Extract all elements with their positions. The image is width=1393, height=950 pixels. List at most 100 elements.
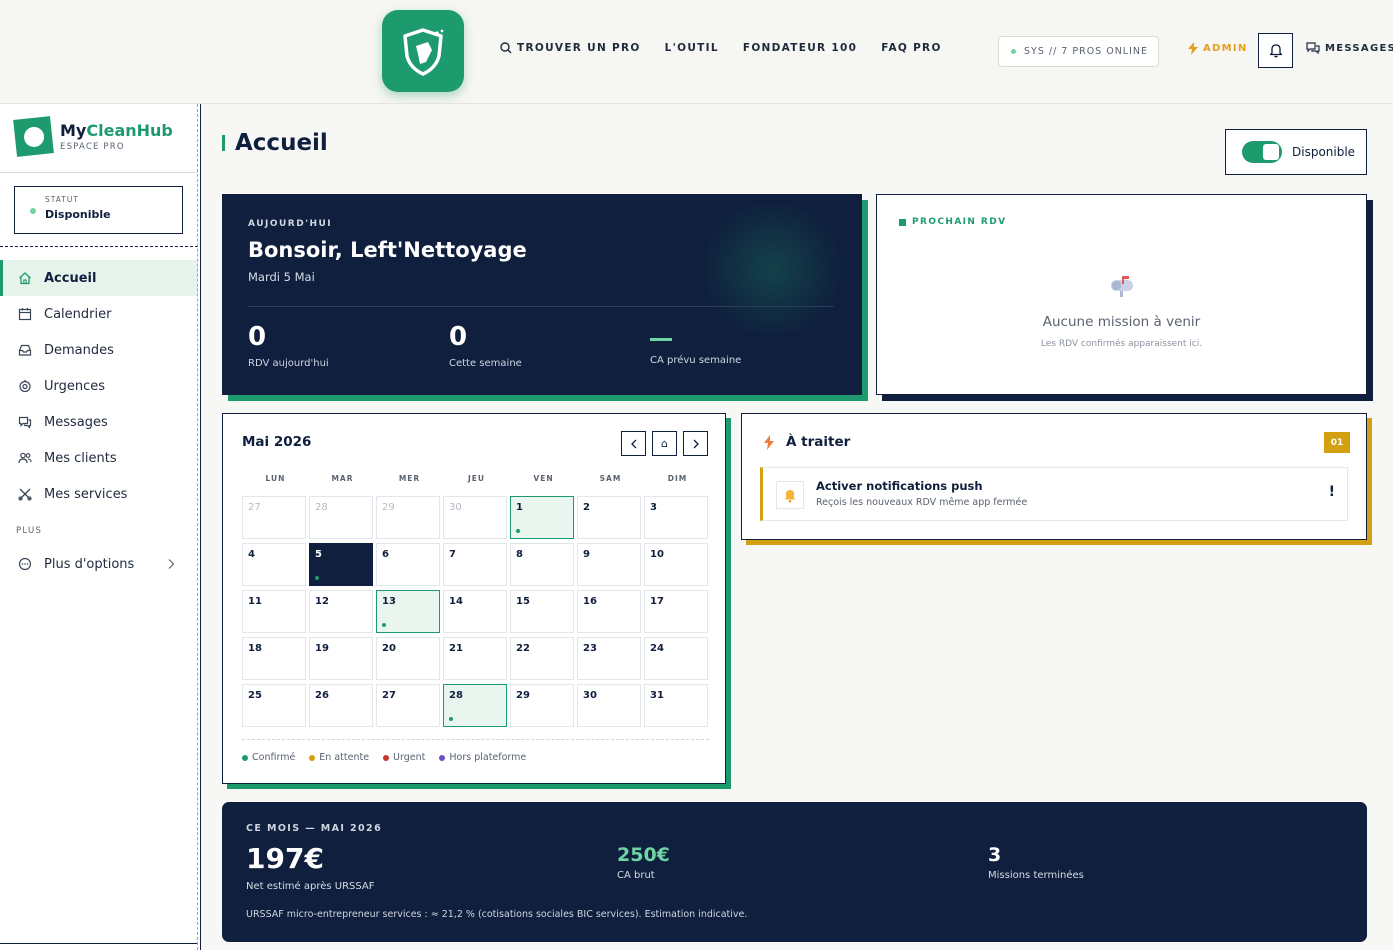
calendar-day[interactable]: 29 [376, 496, 440, 539]
net-value: 197€ [246, 842, 324, 875]
sidebar-item-more-options[interactable]: Plus d'options [0, 546, 198, 582]
calendar-day-number: 29 [516, 690, 530, 701]
calendar-day[interactable]: 22 [510, 637, 574, 680]
calendar-day[interactable]: 26 [309, 684, 373, 727]
alert-icon [19, 379, 31, 393]
calendar-day[interactable]: 19 [309, 637, 373, 680]
calendar-day[interactable]: 28 [443, 684, 507, 727]
sidebar: MyCleanHub ESPACE PRO STATUT Disponible … [0, 104, 201, 950]
todo-title: À traiter [786, 434, 851, 450]
weekday-label: SAM [599, 474, 622, 483]
calendar-day[interactable]: 20 [376, 637, 440, 680]
sidebar-item-services[interactable]: Mes services [0, 476, 198, 512]
sidebar-item-label: Demandes [44, 342, 114, 358]
brand-logo-icon [13, 116, 54, 157]
calendar-day-number: 22 [516, 643, 530, 654]
sidebar-section-label: PLUS [16, 526, 43, 536]
calendar-day[interactable]: 6 [376, 543, 440, 586]
calendar-day[interactable]: 29 [510, 684, 574, 727]
calendar-day[interactable]: 25 [242, 684, 306, 727]
calendar-today-button[interactable]: ⌂ [652, 431, 677, 456]
calendar-day-number: 18 [248, 643, 262, 654]
notifications-button[interactable] [1258, 33, 1293, 68]
calendar-day[interactable]: 27 [376, 684, 440, 727]
mailbox-icon [1111, 276, 1133, 297]
todo-item-title: Activer notifications push [816, 479, 983, 493]
calendar-day[interactable]: 14 [443, 590, 507, 633]
calendar-day[interactable]: 2 [577, 496, 641, 539]
sidebar-item-demandes[interactable]: Demandes [0, 332, 198, 368]
brand[interactable]: MyCleanHub ESPACE PRO [13, 116, 173, 157]
calendar-day[interactable]: 7 [443, 543, 507, 586]
missions-label: Missions terminées [988, 870, 1084, 881]
calendar-day[interactable]: 30 [443, 496, 507, 539]
calendar-day-number: 26 [315, 690, 329, 701]
sidebar-item-calendrier[interactable]: Calendrier [0, 296, 198, 332]
calendar-day[interactable]: 1 [510, 496, 574, 539]
calendar-day[interactable]: 4 [242, 543, 306, 586]
legend-dot-icon [309, 754, 316, 761]
stat-value: 0 [248, 322, 267, 352]
calendar-card: Mai 2026 ⌂ LUN MAR MER JEU VEN SAM DIM 2… [222, 413, 726, 784]
calendar-day[interactable]: 12 [309, 590, 373, 633]
nav-tool[interactable]: L'OUTIL [665, 42, 719, 54]
legend-item: Hors plateforme [439, 752, 526, 763]
calendar-day[interactable]: 13 [376, 590, 440, 633]
admin-link[interactable]: ADMIN [1188, 42, 1248, 55]
calendar-day[interactable]: 3 [644, 496, 708, 539]
todo-card: À traiter 01 Activer notifications push … [741, 413, 1367, 540]
system-status-pill: SYS // 7 PROS ONLINE [998, 36, 1159, 67]
calendar-next-button[interactable] [683, 431, 708, 456]
calendar-day[interactable]: 30 [577, 684, 641, 727]
sidebar-item-urgences[interactable]: Urgences [0, 368, 198, 404]
calendar-day[interactable]: 17 [644, 590, 708, 633]
sidebar-item-accueil[interactable]: Accueil [0, 260, 198, 296]
calendar-day[interactable]: 24 [644, 637, 708, 680]
calendar-day-number: 25 [248, 690, 262, 701]
spray-shield-icon [403, 28, 444, 76]
users-icon [18, 452, 32, 464]
nav-founder[interactable]: FONDATEUR 100 [743, 42, 857, 54]
sidebar-item-clients[interactable]: Mes clients [0, 440, 198, 476]
calendar-day[interactable]: 10 [644, 543, 708, 586]
app-logo[interactable] [382, 10, 464, 92]
home-icon [19, 272, 31, 285]
divider [0, 172, 198, 173]
todo-item-push-notifications[interactable]: Activer notifications push Reçois les no… [760, 467, 1348, 521]
legend-label: Confirmé [252, 752, 296, 763]
toggle-switch[interactable] [1242, 141, 1282, 163]
event-dot-icon [516, 529, 520, 533]
legend-dot-icon [242, 754, 248, 761]
event-dot-icon [382, 623, 386, 627]
top-navbar: TROUVER UN PRO L'OUTIL FONDATEUR 100 FAQ… [0, 0, 1393, 104]
calendar-prev-button[interactable] [621, 431, 646, 456]
sidebar-item-messages[interactable]: Messages [0, 404, 198, 440]
month-summary-card: CE MOIS — MAI 2026 197€ Net estimé après… [222, 802, 1367, 942]
divider-dashed [0, 246, 198, 247]
calendar-day[interactable]: 11 [242, 590, 306, 633]
calendar-day[interactable]: 9 [577, 543, 641, 586]
calendar-day[interactable]: 27 [242, 496, 306, 539]
nav-faq[interactable]: FAQ PRO [881, 42, 941, 54]
calendar-day[interactable]: 8 [510, 543, 574, 586]
calendar-day[interactable]: 21 [443, 637, 507, 680]
nav-find-pro[interactable]: TROUVER UN PRO [500, 42, 641, 54]
square-bullet-icon [899, 218, 906, 226]
calendar-day[interactable]: 5 [309, 543, 373, 586]
messages-link[interactable]: MESSAGES [1306, 42, 1393, 54]
status-box[interactable]: STATUT Disponible [14, 186, 183, 234]
calendar-day[interactable]: 15 [510, 590, 574, 633]
calendar-day-number: 11 [248, 596, 262, 607]
chat-icon [18, 416, 32, 429]
availability-toggle[interactable]: Disponible [1225, 129, 1367, 175]
calendar-day[interactable]: 31 [644, 684, 708, 727]
calendar-day-number: 7 [449, 549, 456, 560]
calendar-day[interactable]: 28 [309, 496, 373, 539]
calendar-day[interactable]: 18 [242, 637, 306, 680]
stat-label: CA prévu semaine [650, 355, 742, 366]
bell-icon [1269, 44, 1282, 58]
calendar-day[interactable]: 23 [577, 637, 641, 680]
weekday-label: DIM [667, 474, 688, 483]
calendar-day[interactable]: 16 [577, 590, 641, 633]
legend-label: En attente [319, 752, 370, 763]
